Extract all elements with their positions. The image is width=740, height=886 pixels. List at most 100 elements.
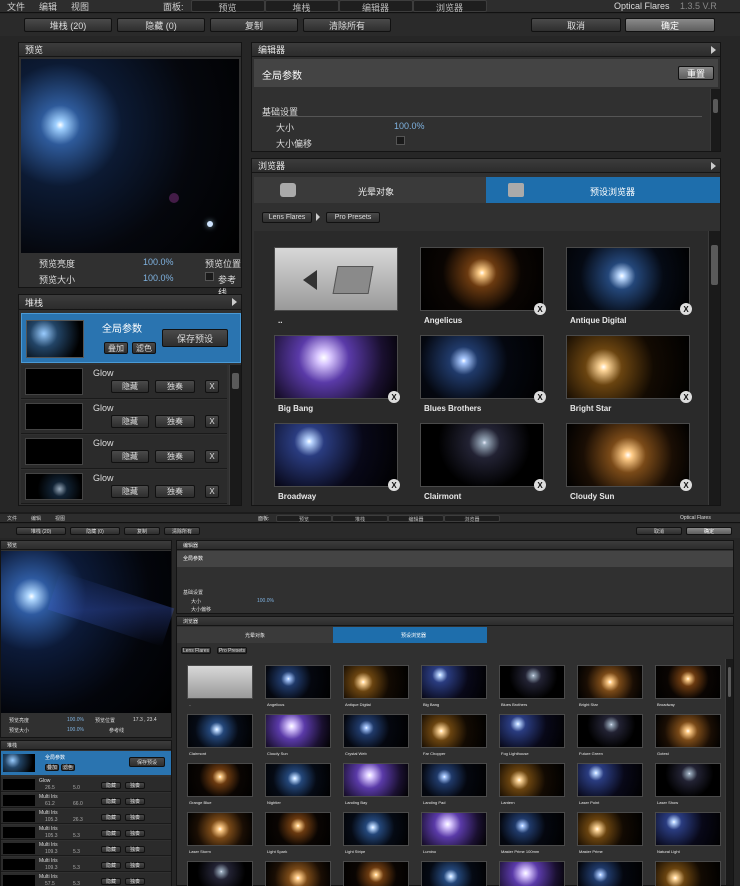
layer-value-b[interactable]: 66.0	[73, 801, 83, 807]
preset-thumb-small[interactable]	[421, 665, 487, 699]
layer-delete-button[interactable]: X	[205, 485, 219, 498]
layer-value-b[interactable]: 26.3	[73, 817, 83, 823]
tab-browser-small[interactable]: 浏览器	[444, 515, 500, 523]
menu-file[interactable]: 文件	[0, 0, 32, 13]
stack-layer-row[interactable]: Glow 隐藏 独奏 X	[21, 400, 227, 434]
blend-screen-button[interactable]: 滤色	[132, 342, 156, 354]
layer-solo-button-small[interactable]: 独奏	[125, 830, 145, 837]
remove-preset-button[interactable]: X	[534, 479, 546, 491]
breadcrumb-pro-presets[interactable]: Pro Presets	[326, 212, 380, 223]
stack-scroll-thumb[interactable]	[232, 373, 239, 389]
preset-thumb-small[interactable]	[343, 665, 409, 699]
tab-lens-objects-small[interactable]: 光晕对象	[177, 627, 333, 643]
preset-thumb[interactable]	[566, 423, 690, 487]
layer-solo-button-small[interactable]: 独奏	[125, 862, 145, 869]
blend-add-button[interactable]: 叠加	[104, 342, 128, 354]
layer-solo-button[interactable]: 独奏	[155, 380, 195, 393]
preset-thumb-small[interactable]	[187, 665, 253, 699]
tab-editor-small[interactable]: 编辑器	[388, 515, 444, 523]
layer-hide-button-small[interactable]: 隐藏	[101, 798, 121, 805]
layer-value-a[interactable]: 61.2	[45, 801, 55, 807]
preset-thumb[interactable]	[420, 247, 544, 311]
breadcrumb-pro-presets-small[interactable]: Pro Presets	[217, 647, 247, 654]
preset-thumb[interactable]	[274, 423, 398, 487]
preset-thumb-small[interactable]	[187, 861, 253, 886]
stack-menu-arrow-icon[interactable]	[232, 298, 237, 306]
preset-thumb-small[interactable]	[265, 812, 331, 846]
menu-edit[interactable]: 编辑	[32, 0, 64, 13]
menu-view-small[interactable]: 视图	[48, 515, 72, 522]
preset-thumb-small[interactable]	[187, 812, 253, 846]
tab-preset-browser[interactable]: 预设浏览器	[486, 177, 720, 203]
stack-layer-row-small[interactable]: Multi Iris 61.2 66.0 隐藏 独奏	[1, 793, 171, 808]
layer-value-b[interactable]: 5.3	[73, 833, 80, 839]
stack-layer-row[interactable]: Glow 隐藏 独奏 X	[21, 435, 227, 469]
layer-solo-button-small[interactable]: 独奏	[125, 814, 145, 821]
menu-view[interactable]: 视图	[64, 0, 96, 13]
preset-thumb-small[interactable]	[265, 763, 331, 797]
stack-global-row[interactable]: 全局参数 叠加 滤色 保存预设	[21, 313, 241, 363]
breadcrumb-lens-flares-small[interactable]: Lens Flares	[181, 647, 211, 654]
layer-delete-button[interactable]: X	[205, 450, 219, 463]
browser-scroll-thumb[interactable]	[711, 245, 718, 285]
preset-thumb-small[interactable]	[499, 665, 565, 699]
preset-thumb-small[interactable]	[577, 763, 643, 797]
clear-all-button-small[interactable]: 清除所有	[164, 527, 200, 535]
breadcrumb-lens-flares[interactable]: Lens Flares	[262, 212, 312, 223]
ok-button[interactable]: 确定	[625, 18, 715, 32]
editor-scrollbar[interactable]	[710, 89, 720, 151]
tab-preset-browser-small[interactable]: 预设浏览器	[333, 627, 487, 643]
preset-thumb-small[interactable]	[343, 812, 409, 846]
layer-hide-button-small[interactable]: 隐藏	[101, 878, 121, 885]
remove-preset-button[interactable]: X	[680, 303, 692, 315]
preset-thumb-small[interactable]	[265, 861, 331, 886]
preset-thumb[interactable]	[274, 335, 398, 399]
preview-viewport-small[interactable]	[1, 551, 175, 713]
layer-value-b[interactable]: 5.3	[73, 865, 80, 871]
layer-solo-button[interactable]: 独奏	[155, 450, 195, 463]
browser-scroll-thumb-small[interactable]	[728, 667, 731, 697]
save-preset-button[interactable]: 保存预设	[162, 329, 228, 347]
layer-solo-button-small[interactable]: 独奏	[125, 782, 145, 789]
preset-thumb[interactable]	[566, 247, 690, 311]
preset-thumb-small[interactable]	[421, 763, 487, 797]
blend-add-button-small[interactable]: 叠加	[45, 764, 59, 771]
size-offset-checkbox[interactable]	[396, 136, 405, 145]
hidden-count-button[interactable]: 隐藏 (0)	[117, 18, 205, 32]
browser-menu-arrow-icon[interactable]	[711, 161, 716, 170]
layer-value-b[interactable]: 5.3	[73, 881, 80, 886]
save-preset-button-small[interactable]: 保存预设	[129, 757, 165, 767]
layer-value-a[interactable]: 105.3	[45, 817, 58, 823]
preset-thumb-parent-folder[interactable]	[274, 247, 398, 311]
layer-value-b[interactable]: 5.0	[73, 785, 80, 791]
layer-solo-button-small[interactable]: 独奏	[125, 798, 145, 805]
remove-preset-button[interactable]: X	[534, 391, 546, 403]
layer-hide-button[interactable]: 隐藏	[111, 450, 149, 463]
layer-hide-button-small[interactable]: 隐藏	[101, 830, 121, 837]
layer-delete-button[interactable]: X	[205, 415, 219, 428]
preset-thumb-small[interactable]	[421, 812, 487, 846]
preset-thumb-small[interactable]	[655, 665, 721, 699]
editor-scroll-thumb[interactable]	[713, 99, 718, 113]
preset-thumb-small[interactable]	[343, 763, 409, 797]
preset-thumb[interactable]	[566, 335, 690, 399]
clear-all-button[interactable]: 清除所有	[303, 18, 391, 32]
preset-thumb-small[interactable]	[499, 812, 565, 846]
preset-thumb-small[interactable]	[655, 812, 721, 846]
layer-hide-button[interactable]: 隐藏	[111, 380, 149, 393]
preset-thumb-small[interactable]	[577, 861, 643, 886]
reset-button[interactable]: 重置	[678, 66, 714, 80]
preset-thumb[interactable]	[420, 335, 544, 399]
copy-button[interactable]: 复制	[210, 18, 298, 32]
preset-thumb-small[interactable]	[577, 665, 643, 699]
remove-preset-button[interactable]: X	[388, 391, 400, 403]
remove-preset-button[interactable]: X	[388, 479, 400, 491]
tab-lens-objects[interactable]: 光晕对象	[254, 177, 486, 203]
browser-scrollbar[interactable]	[708, 231, 720, 505]
copy-button-small[interactable]: 复制	[124, 527, 160, 535]
layer-delete-button[interactable]: X	[205, 380, 219, 393]
layer-value-a[interactable]: 26.5	[45, 785, 55, 791]
hidden-count-button-small[interactable]: 隐藏 (0)	[70, 527, 120, 535]
preset-thumb-small[interactable]	[499, 861, 565, 886]
preset-thumb-small[interactable]	[655, 714, 721, 748]
